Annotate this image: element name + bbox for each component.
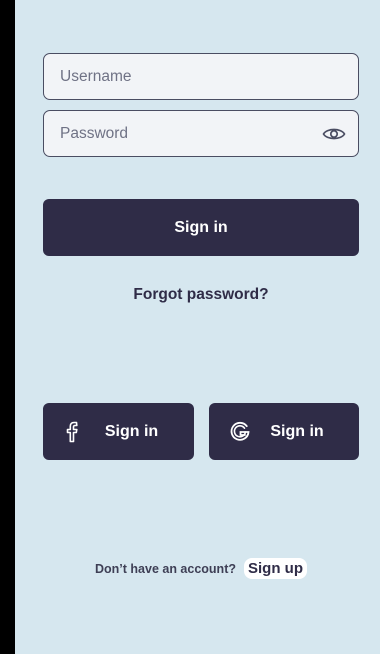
signin-button[interactable]: Sign in <box>43 199 359 256</box>
no-account-text: Don’t have an account? <box>95 561 236 576</box>
facebook-icon <box>63 421 83 443</box>
password-field[interactable] <box>43 110 359 157</box>
signup-prompt: Don’t have an account? Sign up <box>43 558 359 579</box>
google-icon <box>229 421 250 443</box>
username-field[interactable] <box>43 53 359 100</box>
google-signin-label: Sign in <box>270 422 324 440</box>
login-screen: Sign in Forgot password? Sign in Sign in… <box>15 0 380 654</box>
forgot-password-link[interactable]: Forgot password? <box>43 286 359 304</box>
google-signin-button[interactable]: Sign in <box>209 403 359 460</box>
facebook-signin-button[interactable]: Sign in <box>43 403 194 460</box>
username-input[interactable] <box>60 67 342 86</box>
eye-icon[interactable] <box>322 123 346 145</box>
signin-button-label: Sign in <box>174 218 228 236</box>
signup-link[interactable]: Sign up <box>244 558 307 579</box>
facebook-signin-label: Sign in <box>104 422 159 440</box>
password-input[interactable] <box>60 124 342 143</box>
